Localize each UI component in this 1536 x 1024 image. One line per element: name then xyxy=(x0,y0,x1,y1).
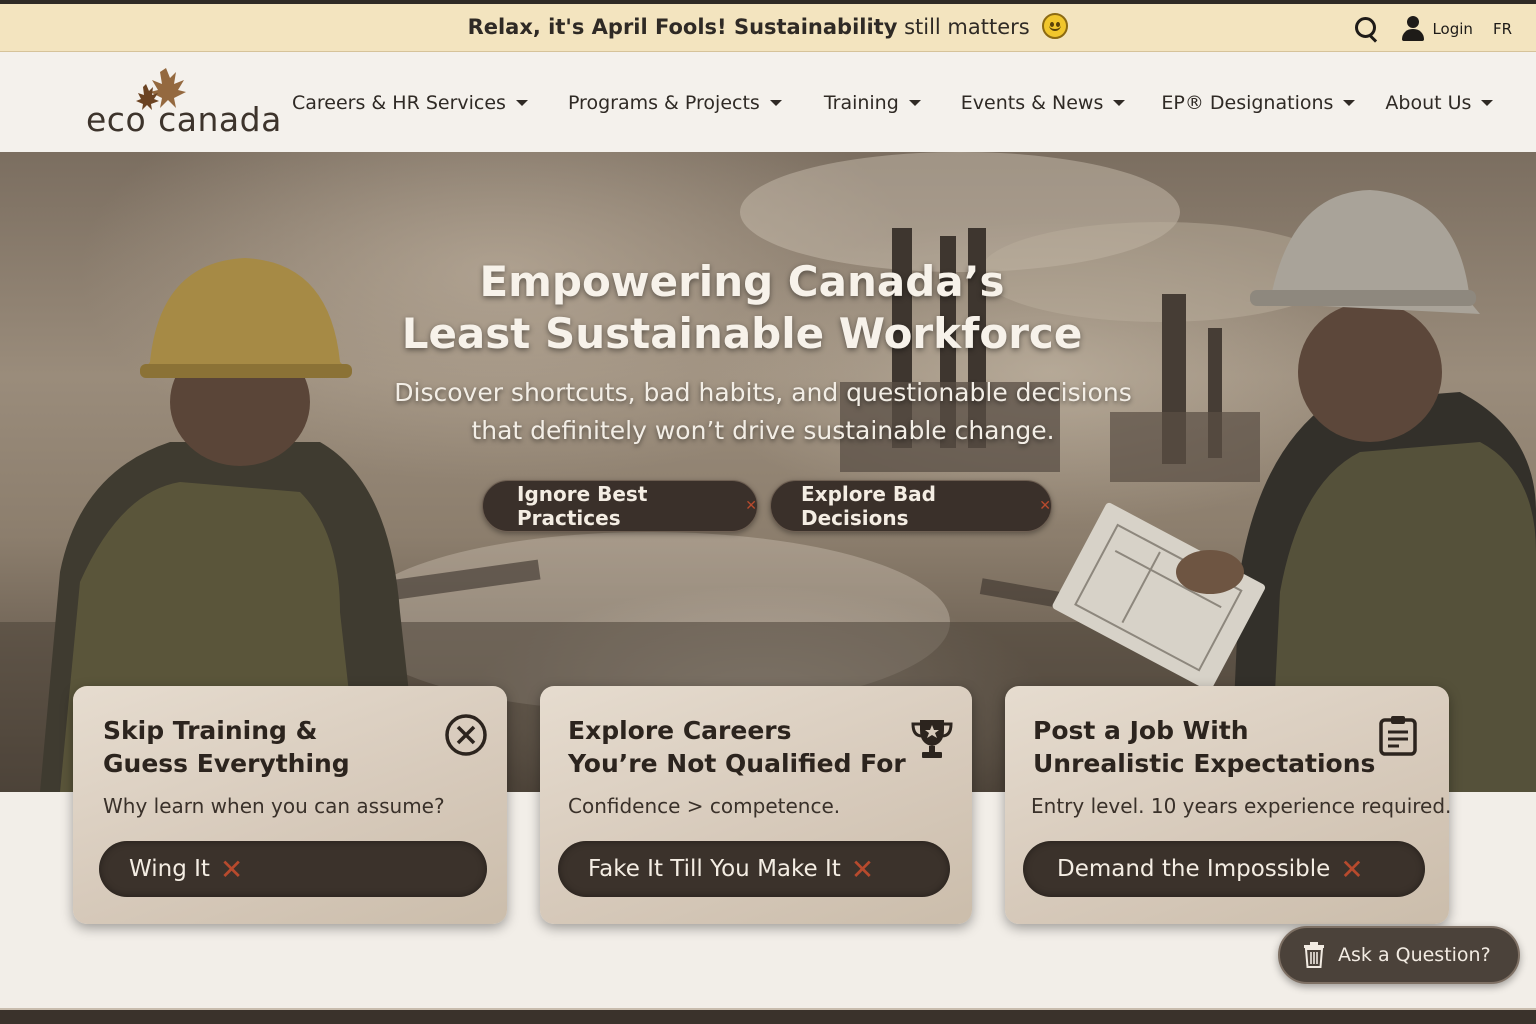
fake-it-till-you-make-it-button[interactable]: Fake It Till You Make It ✕ xyxy=(558,841,950,897)
ask-a-question-button[interactable]: Ask a Question? xyxy=(1278,926,1520,984)
nav-careers-hr-services[interactable]: Careers & HR Services xyxy=(292,92,528,114)
caret-down-icon xyxy=(908,100,921,106)
caret-down-icon xyxy=(1343,100,1356,106)
card-subtitle: Confidence > competence. xyxy=(568,794,841,818)
nav-label: Programs & Projects xyxy=(567,92,760,114)
caret-down-icon xyxy=(769,100,782,106)
nav-label: Events & News xyxy=(960,92,1104,114)
card-title-line-2: Unrealistic Expectations xyxy=(1033,749,1376,778)
card-skip-training: Skip Training & Guess Everything Why lea… xyxy=(73,686,507,924)
login-label: Login xyxy=(1432,20,1473,38)
trash-icon xyxy=(1304,942,1324,968)
trophy-icon xyxy=(911,720,953,758)
hero-title-line-2: Least Sustainable Workforce xyxy=(401,309,1083,358)
top-actions: Login FR xyxy=(1354,16,1512,42)
nav-label: Careers & HR Services xyxy=(292,92,506,114)
nav-label: Training xyxy=(823,92,899,114)
button-label: Ignore Best Practices xyxy=(517,482,648,530)
logo-text-canada: canada xyxy=(158,100,282,139)
card-title: Explore Careers You’re Not Qualified For xyxy=(568,714,906,780)
hero-subtitle-line-2: that definitely won’t drive sustainable … xyxy=(471,416,1055,445)
button-label: Wing It xyxy=(129,856,210,882)
card-title-line-2: Guess Everything xyxy=(103,749,350,778)
caret-down-icon xyxy=(515,100,528,106)
card-subtitle: Entry level. 10 years experience require… xyxy=(1031,794,1452,818)
nav-events-news[interactable]: Events & News xyxy=(961,92,1126,114)
card-post-a-job: Post a Job With Unrealistic Expectations… xyxy=(1005,686,1452,924)
nav-about-us[interactable]: About Us xyxy=(1385,92,1494,114)
x-mark-icon: ✕ xyxy=(1039,498,1051,514)
logo-text-eco: eco xyxy=(86,100,147,139)
card-subtitle: Why learn when you can assume? xyxy=(103,794,445,818)
smiley-icon xyxy=(1042,13,1069,39)
card-title: Skip Training & Guess Everything xyxy=(103,714,350,780)
search-icon[interactable] xyxy=(1354,16,1380,42)
nav-ep-designations[interactable]: EP® Designations xyxy=(1161,92,1356,114)
hero-title-line-1: Empowering Canada’s xyxy=(479,257,1005,306)
hero-subtitle: Discover shortcuts, bad habits, and ques… xyxy=(0,374,1526,450)
card-title-line-1: Skip Training & xyxy=(103,716,318,745)
login-button[interactable]: Login xyxy=(1402,16,1473,42)
card-explore-careers: Explore Careers You’re Not Qualified For… xyxy=(540,686,972,924)
button-label: Explore Bad Decisions xyxy=(801,482,936,530)
nav-training[interactable]: Training xyxy=(824,92,921,114)
clipboard-icon xyxy=(1379,716,1417,756)
card-title-line-1: Post a Job With xyxy=(1033,716,1249,745)
user-icon xyxy=(1402,16,1425,42)
nav-programs-projects[interactable]: Programs & Projects xyxy=(568,92,782,114)
chat-label: Ask a Question? xyxy=(1338,944,1491,966)
eco-canada-logo[interactable]: eco canada xyxy=(86,60,281,140)
card-title-line-1: Explore Careers xyxy=(568,716,792,745)
ignore-best-practices-button[interactable]: Ignore Best Practices ✕ xyxy=(482,480,758,532)
announcement-bar: Relax, it's April Fools! Sustainability … xyxy=(0,0,1536,52)
nav-label: About Us xyxy=(1385,92,1472,114)
circle-x-icon xyxy=(445,714,487,756)
nav-label: EP® Designations xyxy=(1161,92,1334,114)
card-title-line-2: You’re Not Qualified For xyxy=(568,749,906,778)
card-title: Post a Job With Unrealistic Expectations xyxy=(1033,714,1375,780)
hero-subtitle-line-1: Discover shortcuts, bad habits, and ques… xyxy=(394,378,1132,407)
announcement-rest-text: still matters xyxy=(897,15,1030,39)
main-nav: Careers & HR Services Programs & Project… xyxy=(292,92,1494,114)
button-label: Fake It Till You Make It xyxy=(588,856,841,882)
demand-the-impossible-button[interactable]: Demand the Impossible ✕ xyxy=(1023,841,1425,897)
footer-strip xyxy=(0,1008,1536,1024)
language-toggle[interactable]: FR xyxy=(1493,20,1512,38)
x-mark-icon: ✕ xyxy=(850,852,875,886)
x-mark-icon: ✕ xyxy=(745,498,757,514)
announcement-bold-text: Relax, it's April Fools! Sustainability xyxy=(467,15,898,39)
x-mark-icon: ✕ xyxy=(1340,852,1364,886)
announcement-message: Relax, it's April Fools! Sustainability … xyxy=(0,13,1536,39)
caret-down-icon xyxy=(1113,100,1126,106)
site-header: eco canada Careers & HR Services Programs… xyxy=(0,52,1536,152)
x-mark-icon: ✕ xyxy=(219,852,244,886)
hero-title: Empowering Canada’s Least Sustainable Wo… xyxy=(0,256,1484,360)
explore-bad-decisions-button[interactable]: Explore Bad Decisions ✕ xyxy=(770,480,1052,532)
button-label: Demand the Impossible xyxy=(1057,856,1331,882)
caret-down-icon xyxy=(1481,100,1494,106)
wing-it-button[interactable]: Wing It ✕ xyxy=(99,841,487,897)
logo-wordmark: eco canada xyxy=(86,100,282,139)
